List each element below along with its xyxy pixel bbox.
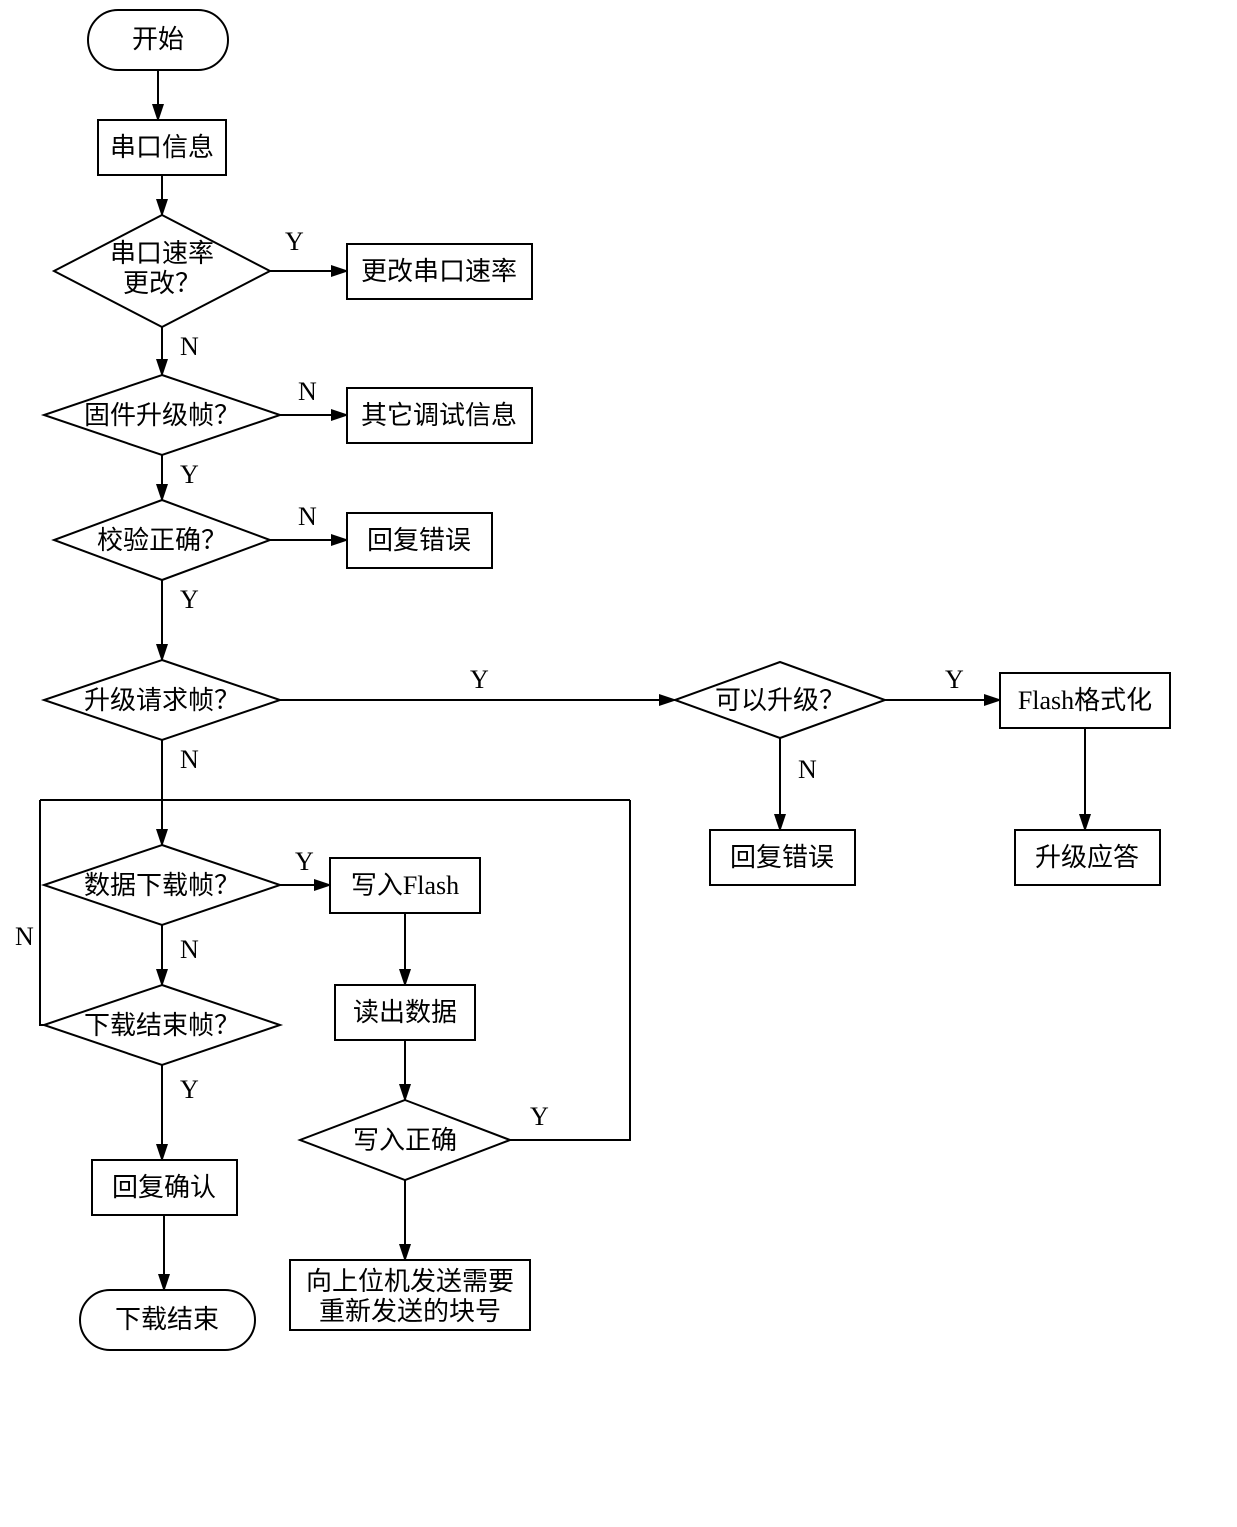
flash-fmt-label: Flash格式化 bbox=[1018, 686, 1152, 715]
y-label-2: Y bbox=[180, 460, 199, 489]
n-label: N bbox=[180, 332, 199, 361]
y-label-3: Y bbox=[180, 585, 199, 614]
read-data-label: 读出数据 bbox=[353, 998, 457, 1027]
rate-change-l2: 更改？ bbox=[123, 269, 201, 298]
resend-l1: 向上位机发送需要 bbox=[306, 1267, 514, 1296]
reply-error2-label: 回复错误 bbox=[730, 843, 834, 872]
upgrade-req-label: 升级请求帧？ bbox=[84, 686, 240, 715]
write-ok-label: 写入正确 bbox=[353, 1126, 457, 1155]
fw-frame-label: 固件升级帧？ bbox=[84, 401, 240, 430]
y-label-8: Y bbox=[180, 1075, 199, 1104]
end-label: 下载结束 bbox=[115, 1305, 219, 1334]
reply-error1-label: 回复错误 bbox=[367, 526, 471, 555]
y-label-4: Y bbox=[470, 665, 489, 694]
y-label-5: Y bbox=[945, 665, 964, 694]
other-debug-label: 其它调试信息 bbox=[361, 401, 517, 430]
n-label-7: N bbox=[15, 922, 34, 951]
n-label-5: N bbox=[180, 745, 199, 774]
write-flash-label: 写入Flash bbox=[351, 871, 459, 900]
reply-confirm-label: 回复确认 bbox=[112, 1173, 216, 1202]
y-label-7: Y bbox=[530, 1102, 549, 1131]
y-label: Y bbox=[285, 227, 304, 256]
n-label-6: N bbox=[180, 935, 199, 964]
data-dl-label: 数据下载帧？ bbox=[84, 871, 240, 900]
serial-info-label: 串口信息 bbox=[110, 133, 214, 162]
change-rate-label: 更改串口速率 bbox=[361, 257, 517, 286]
n-label-3: N bbox=[298, 502, 317, 531]
n-label-2: N bbox=[298, 377, 317, 406]
crc-label: 校验正确？ bbox=[97, 526, 227, 555]
y-label-6: Y bbox=[295, 847, 314, 876]
resend-l2: 重新发送的块号 bbox=[319, 1297, 501, 1326]
start-label: 开始 bbox=[132, 25, 184, 54]
n-label-4: N bbox=[798, 755, 817, 784]
dl-end-label: 下载结束帧？ bbox=[84, 1011, 240, 1040]
can-upgrade-label: 可以升级？ bbox=[715, 686, 845, 715]
upgrade-ack-label: 升级应答 bbox=[1035, 843, 1139, 872]
rate-change-l1: 串口速率 bbox=[110, 239, 214, 268]
